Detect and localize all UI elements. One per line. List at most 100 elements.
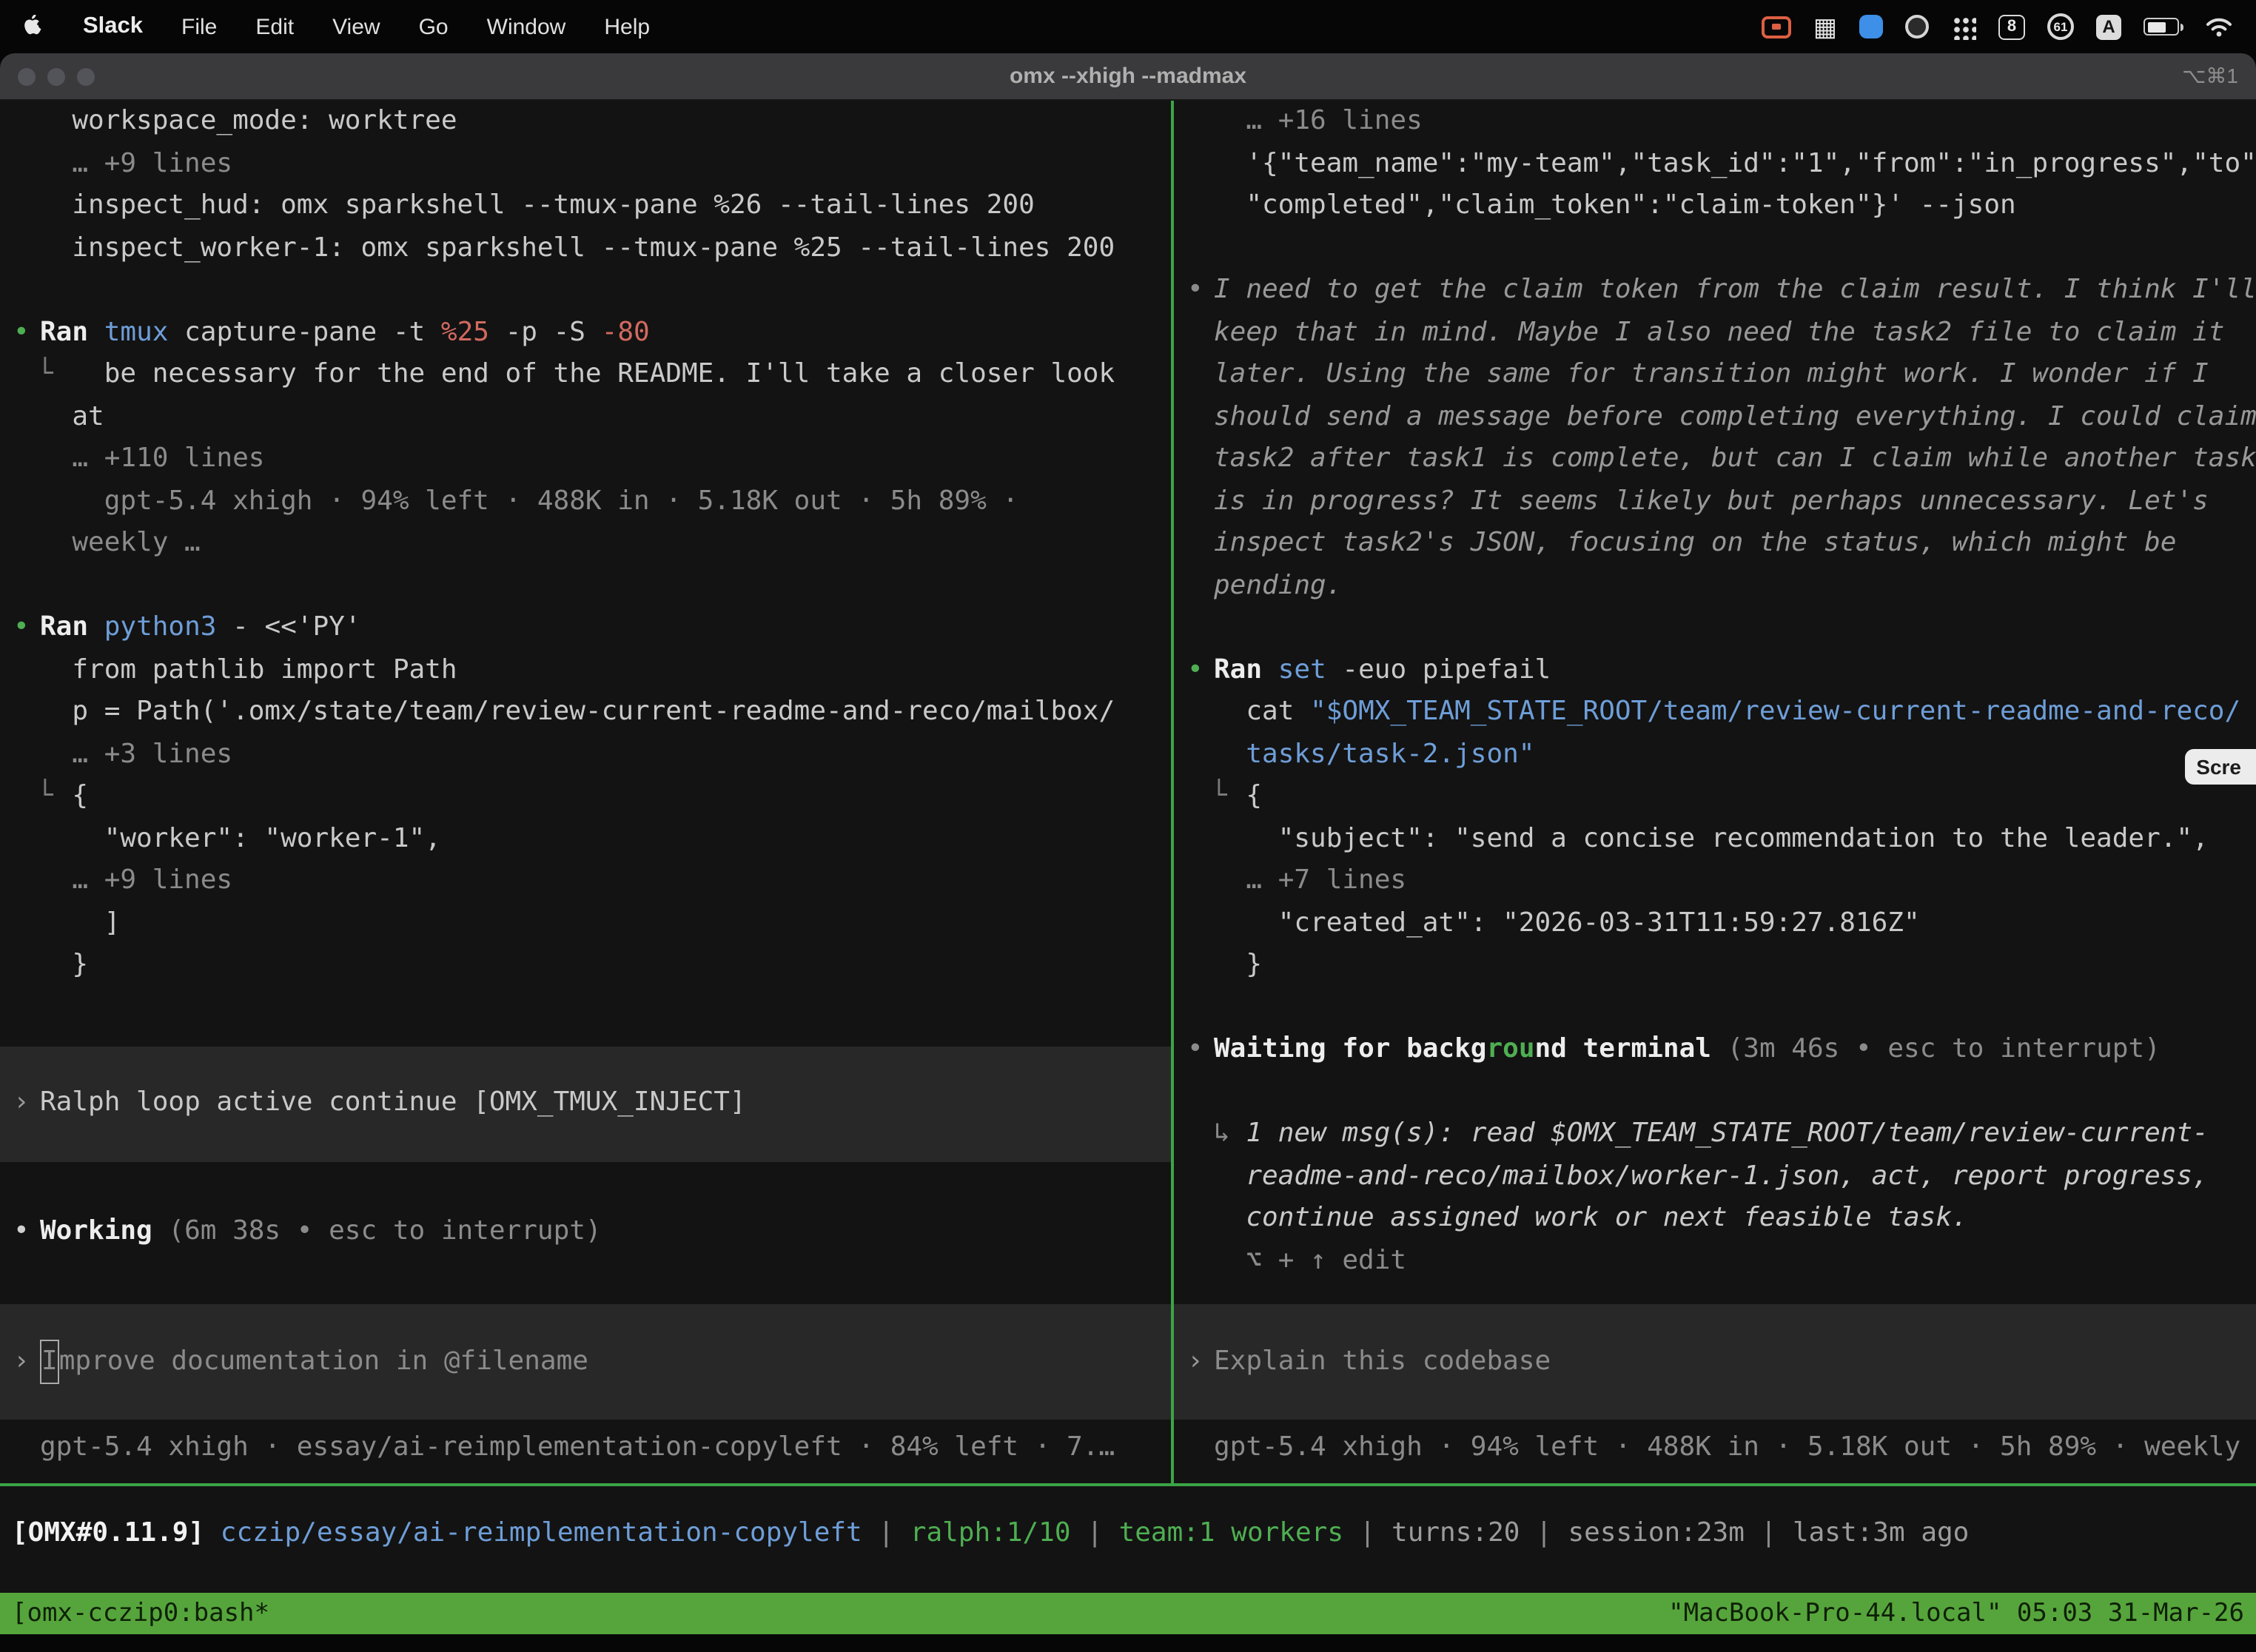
line-bullet: •	[1187, 649, 1214, 691]
terminal-line: continue assigned work or next feasible …	[1174, 1198, 2256, 1240]
queued-message-band[interactable]: › Ralph loop active continue [OMX_TMUX_I…	[0, 1046, 1171, 1161]
composer-input-band[interactable]: › I mprove documentation in @filename	[0, 1304, 1171, 1420]
terminal-line: └{	[0, 776, 1171, 818]
terminal-line: weekly …	[0, 523, 1171, 565]
terminal-line: readme-and-reco/mailbox/worker-1.json, a…	[1174, 1155, 2256, 1198]
menu-go[interactable]: Go	[419, 14, 449, 39]
window-title-bar[interactable]: omx --xhigh --madmax ⌥⌘1	[0, 53, 2256, 101]
menu-view[interactable]: View	[332, 14, 380, 39]
line-gutter	[13, 902, 40, 944]
line-gutter	[1187, 860, 1214, 902]
tmux-status-bar: [omx-cczip0:bash* "MacBook-Pro-44.local"…	[0, 1593, 2256, 1634]
screen-recording-icon[interactable]	[1762, 16, 1791, 38]
omx-status-segment: ralph:1/10	[910, 1517, 1071, 1548]
text-segment: '{"team_name":"my-team","task_id":"1","f…	[1246, 147, 2256, 178]
terminal-window[interactable]: workspace_mode: worktree… +9 linesinspec…	[0, 101, 2256, 1593]
text-segment: continue assigned work or next feasible …	[1246, 1202, 1967, 1233]
menu-edit[interactable]: Edit	[255, 14, 294, 39]
text-segment: ↳	[1214, 1118, 1246, 1149]
terminal-line: "completed","claim_token":"claim-token"}…	[1174, 185, 2256, 227]
tmux-pane-bottom[interactable]: [OMX#0.11.9] cczip/essay/ai-reimplementa…	[0, 1486, 2256, 1593]
screen-tooltip: Scre	[2184, 749, 2256, 785]
apple-menu-icon[interactable]	[24, 15, 44, 38]
line-gutter	[1187, 733, 1214, 776]
zoom-button[interactable]	[77, 67, 95, 85]
tmux-pane-left[interactable]: workspace_mode: worktree… +9 linesinspec…	[0, 101, 1171, 1483]
terminal-line: •Ran set -euo pipefail	[1174, 649, 2256, 691]
terminal-line: … +7 lines	[1174, 860, 2256, 902]
text-segment: -p -S	[489, 316, 602, 347]
gauge-icon[interactable]: 61	[2047, 13, 2074, 40]
grid-icon[interactable]: ▦	[1813, 14, 1837, 39]
text-segment: Waiting for backg	[1214, 1033, 1486, 1064]
terminal-line: └{	[1174, 776, 2256, 818]
menu-bar: Slack File Edit View Go Window Help ▦ 8 …	[0, 0, 2256, 53]
working-status-line: • Working (6m 38s • esc to interrupt)	[0, 1210, 1171, 1252]
text-segment: keep that in mind. Maybe I also need the…	[1214, 316, 2224, 347]
suggestion-band[interactable]: › Explain this codebase	[1174, 1304, 2256, 1420]
line-gutter	[1187, 1240, 1214, 1282]
text-segment: "worker": "worker-1",	[104, 822, 441, 853]
text-segment: Ran	[40, 316, 104, 347]
text-segment: task2 after task1 is complete, but can I…	[1214, 443, 2256, 474]
blank-line	[1174, 987, 2256, 1029]
terminal-line: pending.	[1174, 565, 2256, 607]
text-segment: {	[1246, 780, 1262, 811]
battery-icon[interactable]	[2143, 18, 2179, 36]
queued-message-text: Ralph loop active continue [OMX_TMUX_INJ…	[40, 1083, 746, 1125]
input-source-icon[interactable]: A	[2096, 14, 2121, 39]
omx-status-segment: |	[1071, 1517, 1119, 1548]
text-segment: … +110 lines	[72, 443, 264, 474]
suggestion-text: Explain this codebase	[1214, 1341, 1551, 1383]
omx-status-segment: cczip/essay/ai-reimplementation-copyleft	[221, 1517, 862, 1548]
terminal-line: … +16 lines	[1174, 101, 2256, 143]
blank-line	[1174, 227, 2256, 269]
text-segment: 1 new msg(s): read $OMX_TEAM_STATE_ROOT/…	[1246, 1118, 2208, 1149]
suggestion-prompt-chevron-icon: ›	[1187, 1341, 1214, 1383]
line-gutter	[1187, 438, 1214, 480]
text-segment: weekly …	[72, 527, 200, 558]
text-segment: }	[72, 949, 88, 980]
text-segment: … +9 lines	[72, 864, 232, 896]
text-segment: is in progress? It seems likely but perh…	[1214, 485, 2209, 516]
text-segment: set	[1278, 654, 1326, 685]
active-app-menu[interactable]: Slack	[83, 13, 143, 40]
terminal-line: •Ran tmux capture-pane -t %25 -p -S -80	[0, 312, 1171, 354]
text-segment: cat	[1246, 696, 1310, 727]
terminal-line: gpt-5.4 xhigh · 94% left · 488K in · 5.1…	[0, 480, 1171, 523]
line-bullet: •	[13, 607, 40, 649]
text-segment: … +16 lines	[1246, 105, 1422, 136]
menu-file[interactable]: File	[181, 14, 217, 39]
omx-status-segment: |	[1520, 1517, 1568, 1548]
line-gutter	[1187, 1198, 1214, 1240]
close-button[interactable]	[18, 67, 36, 85]
text-segment: … +9 lines	[72, 147, 232, 178]
line-gutter	[13, 691, 40, 733]
omx-status-segment: last:3m ago	[1793, 1517, 1969, 1548]
blank-line	[1174, 607, 2256, 649]
text-segment: -80	[602, 316, 650, 347]
keycap-icon[interactable]: 8	[1998, 14, 2025, 39]
wifi-icon[interactable]	[2206, 16, 2232, 37]
line-gutter	[13, 101, 40, 143]
line-gutter	[1187, 480, 1214, 523]
text-segment: ⌥ + ↑ edit	[1246, 1244, 1406, 1275]
minimize-button[interactable]	[47, 67, 65, 85]
omx-status-segment: turns:20	[1391, 1517, 1520, 1548]
text-segment: "$OMX_TEAM_STATE_ROOT/team/review-curren…	[1310, 696, 2240, 727]
terminal-line: '{"team_name":"my-team","task_id":"1","f…	[1174, 143, 2256, 185]
tmux-pane-right[interactable]: … +16 lines '{"team_name":"my-team","task…	[1174, 101, 2256, 1483]
terminal-line: from pathlib import Path	[0, 649, 1171, 691]
line-gutter	[1187, 312, 1214, 354]
apps-grid-icon[interactable]	[1951, 14, 1976, 39]
model-status-line-left: gpt-5.4 xhigh · essay/ai-reimplementatio…	[0, 1427, 1171, 1469]
line-gutter	[13, 523, 40, 565]
line-gutter	[13, 480, 40, 523]
location-icon[interactable]	[1859, 15, 1883, 38]
record-icon[interactable]	[1905, 15, 1929, 38]
menu-window[interactable]: Window	[487, 14, 566, 39]
menu-help[interactable]: Help	[604, 14, 650, 39]
line-gutter	[1187, 818, 1214, 860]
omx-status-segment: team:1 workers	[1119, 1517, 1343, 1548]
terminal-line: }	[1174, 944, 2256, 987]
